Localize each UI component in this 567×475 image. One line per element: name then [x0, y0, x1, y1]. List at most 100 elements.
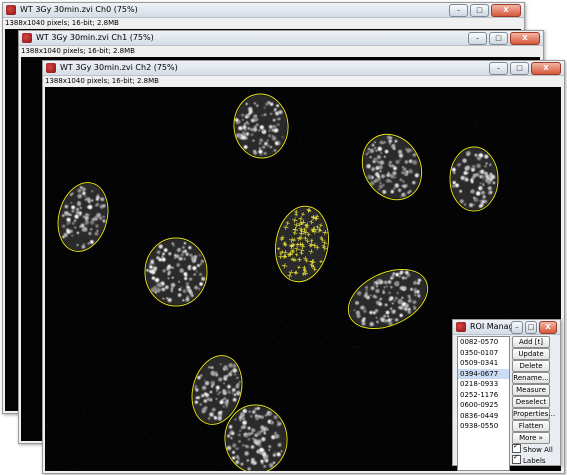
background-noise [443, 160, 446, 162]
background-noise [108, 155, 110, 158]
roi-list-item[interactable]: 0836-0449 [458, 411, 509, 422]
background-noise [525, 131, 527, 133]
image-info: 1388x1040 pixels; 16-bit; 2.8MB [5, 19, 119, 27]
background-noise [356, 95, 358, 98]
nucleus-roi[interactable] [339, 258, 437, 341]
maximize-button[interactable]: □ [489, 32, 508, 45]
close-button[interactable]: X [491, 4, 521, 17]
background-noise [77, 110, 79, 112]
background-noise [95, 316, 98, 319]
minimize-button[interactable]: – [449, 4, 468, 17]
minimize-button[interactable]: – [468, 32, 487, 45]
background-noise [46, 453, 48, 455]
background-noise [78, 146, 80, 149]
background-noise [299, 291, 302, 293]
close-button[interactable]: X [539, 321, 557, 334]
show-all-label: Show All [523, 446, 553, 454]
background-noise [135, 265, 137, 267]
background-noise [507, 239, 509, 241]
background-noise [488, 141, 490, 143]
background-noise [163, 117, 165, 119]
background-noise [527, 223, 529, 225]
background-noise [488, 285, 490, 287]
minimize-button[interactable]: – [489, 62, 508, 75]
imagej-window-icon [22, 33, 32, 43]
background-noise [281, 148, 283, 150]
properties-button[interactable]: Properties... [512, 408, 555, 420]
maximize-button[interactable]: □ [525, 321, 537, 334]
roi-list-item[interactable]: 0082-0570 [458, 337, 509, 348]
background-noise [168, 219, 170, 222]
background-noise [192, 125, 194, 127]
background-noise [176, 342, 178, 344]
roi-list-item-selected[interactable]: 0394-0677 [458, 368, 509, 379]
roi-list-item[interactable]: 0350-0107 [458, 348, 509, 359]
roi-list-item[interactable]: 0600-0925 [458, 400, 509, 411]
nucleus-roi[interactable] [449, 146, 499, 212]
image-info: 1388x1040 pixels; 16-bit; 2.8MB [45, 77, 159, 85]
background-noise [366, 234, 368, 236]
background-noise [300, 121, 302, 123]
background-noise [499, 128, 501, 130]
roi-list-item[interactable]: 0938-0550 [458, 421, 509, 432]
maximize-button[interactable]: □ [510, 62, 529, 75]
title-bar[interactable]: WT 3Gy 30min.zvi Ch2 (75%) – □ X [43, 61, 564, 76]
background-noise [528, 170, 530, 172]
background-noise [337, 393, 339, 395]
update-button[interactable]: Update [512, 348, 550, 360]
labels-checkbox[interactable]: Labels [512, 453, 546, 466]
background-noise [427, 445, 429, 447]
background-noise [286, 326, 289, 328]
maximize-button[interactable]: □ [470, 4, 489, 17]
add-button[interactable]: Add [t] [512, 336, 550, 348]
checkbox-icon[interactable] [512, 442, 521, 453]
background-noise [198, 90, 200, 92]
rename-button[interactable]: Rename... [512, 372, 550, 384]
nucleus-roi[interactable] [144, 237, 208, 307]
background-noise [48, 391, 50, 393]
roi-manager-window[interactable]: ROI Manager – □ X 0082-0570 0350-0107 05… [452, 319, 561, 471]
background-noise [448, 416, 451, 418]
background-noise [161, 312, 163, 314]
background-noise [68, 304, 70, 306]
background-noise [144, 432, 146, 434]
labels-label: Labels [523, 457, 546, 465]
background-noise [100, 301, 102, 304]
close-button[interactable]: X [531, 62, 561, 75]
background-noise [254, 309, 256, 311]
title-bar[interactable]: WT 3Gy 30min.zvi Ch0 (75%) – □ X [3, 3, 524, 18]
background-noise [46, 424, 48, 426]
deselect-button[interactable]: Deselect [512, 396, 550, 408]
roi-list[interactable]: 0082-0570 0350-0107 0509-0341 0394-0677 … [457, 336, 510, 471]
background-noise [434, 103, 436, 105]
flatten-button[interactable]: Flatten [F] [512, 420, 550, 440]
nucleus-roi-selected[interactable] [270, 202, 334, 286]
nucleus-roi[interactable] [231, 92, 290, 160]
nucleus-roi[interactable] [51, 177, 115, 257]
close-button[interactable]: X [510, 32, 540, 45]
background-noise [206, 187, 208, 189]
measure-button[interactable]: Measure [512, 384, 550, 396]
background-noise [451, 239, 453, 241]
roi-manager-title-bar[interactable]: ROI Manager – □ X [453, 320, 560, 335]
background-noise [64, 247, 66, 249]
background-noise [141, 359, 143, 361]
roi-list-item[interactable]: 0252-1176 [458, 390, 509, 401]
background-noise [99, 352, 101, 354]
background-noise [543, 297, 545, 300]
roi-list-item[interactable]: 0218-0933 [458, 379, 509, 390]
background-noise [343, 380, 345, 382]
checkbox-icon[interactable] [512, 453, 521, 464]
roi-list-item[interactable]: 0509-0341 [458, 358, 509, 369]
background-noise [286, 449, 288, 451]
background-noise [468, 310, 470, 312]
nucleus-roi[interactable] [351, 124, 433, 211]
minimize-button[interactable]: – [511, 321, 523, 334]
background-noise [73, 119, 75, 121]
background-noise [46, 158, 48, 160]
title-bar[interactable]: WT 3Gy 30min.zvi Ch1 (75%) – □ X [19, 31, 543, 46]
background-noise [103, 257, 106, 260]
delete-button[interactable]: Delete [512, 360, 550, 372]
background-noise [218, 465, 220, 467]
imagej-window-icon [46, 63, 56, 73]
